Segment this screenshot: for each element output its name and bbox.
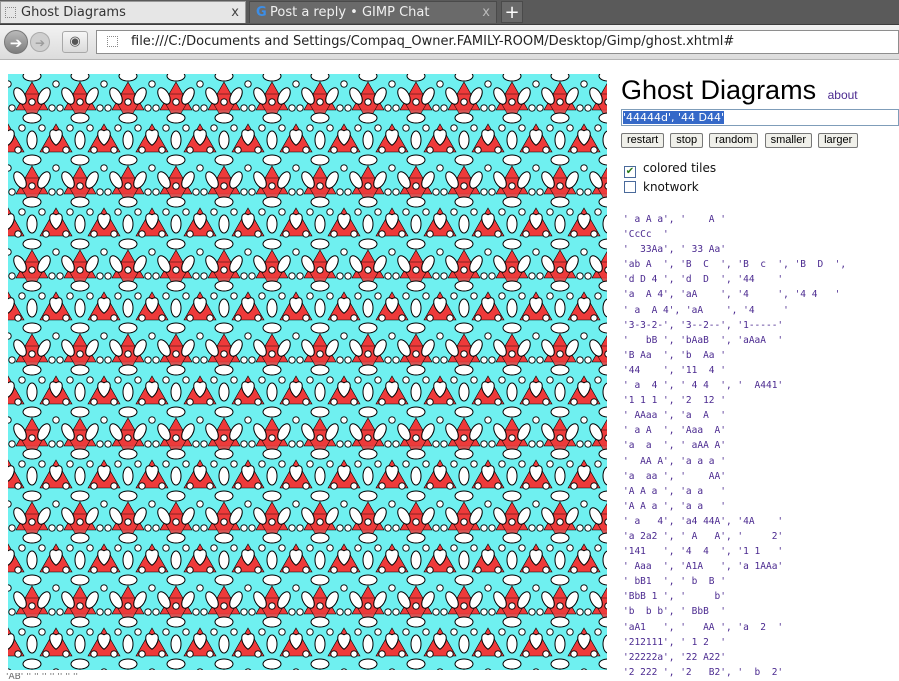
url-text: file:///C:/Documents and Settings/Compaq… [131,34,735,49]
example-list: ' a A a', ' A ' 'CcCc ' ' 33Aa', ' 33 Aa' '… [623,212,899,680]
example-link[interactable]: '3-3-2-', '3--2--', '1-----' [623,318,899,333]
example-link[interactable]: ' Aaa ', 'A1A ', 'a 1AAa' [623,559,899,574]
example-link[interactable]: ' AA A', 'a a a ' [623,454,899,469]
tab-label: Post a reply • GIMP Chat [270,5,430,20]
example-link[interactable]: 'A A a ', 'a a ' [623,499,899,514]
close-icon[interactable]: x [231,2,239,23]
page-title: Ghost Diagrams about [621,74,899,111]
knotwork-option[interactable]: knotwork [624,180,699,194]
tab-ghost-diagrams[interactable]: Ghost Diagrams x [0,1,246,23]
status-text: 'AB' '' '' '' '' '' '' '' [6,673,78,681]
page-content: 'AB' '' '' '' '' '' '' '' Ghost Diagrams… [0,60,899,681]
example-link[interactable]: 'a a ', ' aAA A' [623,438,899,453]
example-link[interactable]: ' 33Aa', ' 33 Aa' [623,242,899,257]
tab-gimp-chat[interactable]: G Post a reply • GIMP Chat x [249,1,497,23]
restart-button[interactable]: restart [621,133,665,148]
random-button[interactable]: random [709,133,759,148]
example-link[interactable]: '1 1 1 ', '2 12 ' [623,393,899,408]
larger-button[interactable]: larger [818,133,859,148]
about-link[interactable]: about [828,88,858,102]
example-link[interactable]: ' a A a', ' A ' [623,212,899,227]
knotwork-checkbox[interactable] [624,181,636,193]
example-link[interactable]: ' bB ', 'bAaB ', 'aAaA ' [623,333,899,348]
tile-spec-input[interactable]: '44444d', '44 D44' [621,109,899,126]
colored-tiles-checkbox[interactable]: ✔ [624,166,636,178]
example-link[interactable]: 'ab A ', 'B C ', 'B c ', 'B D ', [623,257,899,272]
example-link[interactable]: ' a A ', 'Aaa A' [623,423,899,438]
example-link[interactable]: 'A A a ', 'a a ' [623,484,899,499]
example-link[interactable]: 'd D 4 ', 'd D ', '44 ' [623,272,899,287]
colored-tiles-option[interactable]: ✔ colored tiles [624,161,716,178]
example-link[interactable]: 'a A 4', 'aA ', '4 ', '4 4 ' [623,287,899,302]
example-link[interactable]: 'aA1 ', ' AA ', 'a 2 ' [623,620,899,635]
example-link[interactable]: 'b b b', ' BbB ' [623,604,899,619]
tab-label: Ghost Diagrams [21,5,126,20]
url-bar[interactable]: file:///C:/Documents and Settings/Compaq… [96,30,899,54]
example-link[interactable]: '22222a', '22 A22' [623,650,899,665]
close-icon[interactable]: x [482,2,490,23]
knotwork-label: knotwork [643,180,699,194]
gimpchat-g-icon: G [256,5,267,20]
tile-spec-value: '44444d', '44 D44' [623,111,725,124]
example-link[interactable]: 'BbB 1 ', ' b' [623,589,899,604]
page-icon [5,7,16,18]
example-link[interactable]: ' a 4', 'a4 44A', '4A ' [623,514,899,529]
example-link[interactable]: ' bB1 ', ' b B ' [623,574,899,589]
example-link[interactable]: '44 ', '11 4 ' [623,363,899,378]
page-icon [107,36,118,47]
example-link[interactable]: '141 ', '4 4 ', '1 1 ' [623,544,899,559]
new-tab-button[interactable]: + [501,1,523,23]
example-link[interactable]: 'a aa ', ' AA' [623,469,899,484]
navigation-bar: ➔ ➔ ◉ file:///C:/Documents and Settings/… [0,25,899,60]
example-link[interactable]: 'B Aa ', 'b Aa ' [623,348,899,363]
eye-identity-icon[interactable]: ◉ [62,31,88,53]
example-link[interactable]: 'CcCc ' [623,227,899,242]
example-link[interactable]: 'a 2a2 ', ' A A', ' 2' [623,529,899,544]
forward-arrow-icon[interactable]: ➔ [30,32,50,52]
example-link[interactable]: ' a 4 ', ' 4 4 ', ' A441' [623,378,899,393]
title-text: Ghost Diagrams [621,75,817,105]
example-link[interactable]: '2 222 ', '2 B2', ' b 2' [623,665,899,680]
tab-strip: Ghost Diagrams x G Post a reply • GIMP C… [0,0,899,25]
tiling-canvas [8,74,607,670]
back-arrow-icon[interactable]: ➔ [4,30,28,54]
example-link[interactable]: ' a A 4', 'aA ', '4 ' [623,303,899,318]
control-panel: Ghost Diagrams about '44444d', '44 D44' … [621,74,899,678]
smaller-button[interactable]: smaller [764,133,813,148]
button-row: restart stop random smaller larger [621,128,859,148]
ghost-diagram-tiling [8,74,607,670]
stop-button[interactable]: stop [670,133,704,148]
example-link[interactable]: ' AAaa ', 'a A ' [623,408,899,423]
colored-tiles-label: colored tiles [643,161,717,175]
example-link[interactable]: '212111', ' 1 2 ' [623,635,899,650]
